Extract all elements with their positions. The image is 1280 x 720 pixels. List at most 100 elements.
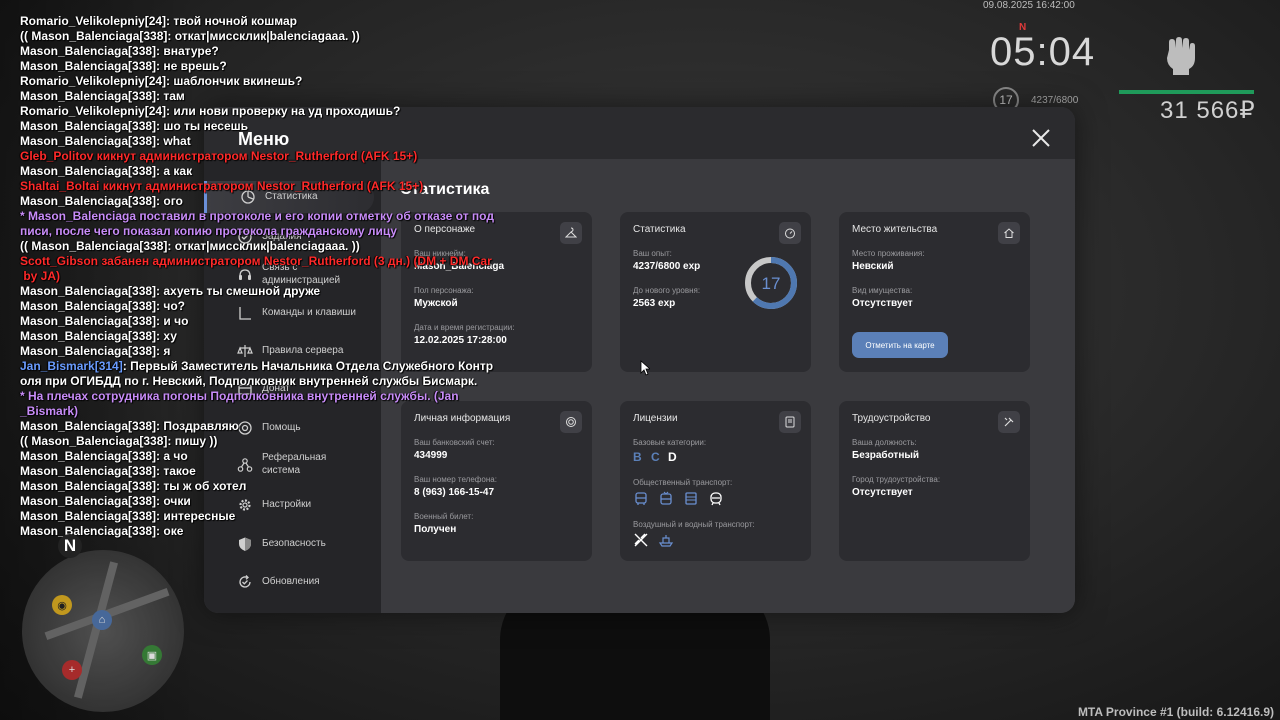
chat-message: Mason_Balenciaga[338]: и чо: [20, 314, 510, 329]
chat-message: * Mason_Balenciaga поставил в протоколе …: [20, 209, 510, 239]
build-info: MTA Province #1 (build: 6.12416.9): [1077, 705, 1274, 719]
plane-icon: [634, 533, 648, 547]
sidebar-item-updates[interactable]: Обновления: [204, 566, 381, 598]
chat-text: Mason_Balenciaga[338]: не врешь?: [20, 59, 227, 73]
tools-icon: [1004, 417, 1014, 427]
card-residence: Место жительства Место проживания: Невск…: [839, 212, 1030, 372]
chat-text: Mason_Balenciaga[338]: ахуеть ты смешной…: [20, 284, 321, 298]
mouse-cursor-icon: [640, 360, 650, 376]
hud-datetime: 09.08.2025 16:42:00: [983, 0, 1075, 11]
field-next-level: 2563 exp: [633, 298, 676, 309]
chat-message: Mason_Balenciaga[338]: шо ты несешь: [20, 119, 510, 134]
chat-message: Jan_Bismark[314]: Первый Заместитель Нач…: [20, 359, 510, 389]
chat-text: * Mason_Balenciaga поставил в протоколе …: [20, 209, 494, 238]
chat-nickname: Jan_Bismark[314]: [20, 359, 123, 373]
chat-message: * На плечах сотрудника погоны Подполковн…: [20, 389, 510, 419]
card-personal-button[interactable]: [560, 411, 582, 433]
chat-text: Mason_Balenciaga[338]: внатуре?: [20, 44, 219, 58]
card-job-button[interactable]: [998, 411, 1020, 433]
field-label: Воздушный и водный транспорт:: [633, 520, 755, 529]
license-category-c: C: [651, 450, 660, 464]
chat-text: Mason_Balenciaga[338]: шо ты несешь: [20, 119, 248, 133]
chat-message: Mason_Balenciaga[338]: чо?: [20, 299, 510, 314]
chat-text: Mason_Balenciaga[338]: оке: [20, 524, 184, 538]
card-title: Место жительства: [852, 224, 938, 235]
license-category-d: D: [668, 450, 677, 464]
chat-message: Mason_Balenciaga[338]: а чо: [20, 449, 510, 464]
field-label: Общественный транспорт:: [633, 478, 733, 487]
hud-money: 31 566₽: [1160, 97, 1256, 124]
chat-text: (( Mason_Balenciaga[338]: откат|миссклик…: [20, 239, 360, 253]
chat-message: Mason_Balenciaga[338]: я: [20, 344, 510, 359]
mark-on-map-button[interactable]: Отметить на карте: [852, 332, 948, 358]
chat-message: Mason_Balenciaga[338]: там: [20, 89, 510, 104]
chat-message: Mason_Balenciaga[338]: what: [20, 134, 510, 149]
chat-text: Mason_Balenciaga[338]: такое: [20, 464, 196, 478]
field-label: До нового уровня:: [633, 286, 701, 295]
card-about-button[interactable]: [560, 222, 582, 244]
update-icon: [239, 575, 251, 588]
chat-log: Romario_Velikolepniy[24]: твой ночной ко…: [20, 14, 510, 539]
chat-text: Mason_Balenciaga[338]: интересные: [20, 509, 236, 523]
hud-exp: 4237/6800: [1031, 95, 1079, 106]
chat-text: Mason_Balenciaga[338]: я: [20, 344, 171, 358]
chat-message: Mason_Balenciaga[338]: очки: [20, 494, 510, 509]
card-statistics: Статистика Ваш опыт: 4237/6800 exp До но…: [620, 212, 811, 372]
chat-message: Mason_Balenciaga[338]: интересные: [20, 509, 510, 524]
chat-text: Mason_Balenciaga[338]: очки: [20, 494, 191, 508]
chat-text: Mason_Balenciaga[338]: Поздравляю: [20, 419, 239, 433]
minimap: ◉ ⌂ + ▣: [22, 550, 184, 712]
card-employment: Трудоустройство Ваша должность: Безработ…: [839, 401, 1030, 561]
chat-text: Mason_Balenciaga[338]: а как: [20, 164, 193, 178]
home-icon: [1004, 228, 1014, 238]
chat-text: Romario_Velikolepniy[24]: шаблончик вкин…: [20, 74, 303, 88]
card-licenses-button[interactable]: [779, 411, 801, 433]
chat-text: Mason_Balenciaga[338]: чо?: [20, 299, 186, 313]
boat-icon: [658, 535, 674, 547]
sidebar-item-label: Обновления: [262, 576, 320, 587]
card-licenses: Лицензии Базовые категории: B C D Общест…: [620, 401, 811, 561]
bus-icon: [635, 492, 647, 505]
chat-text: Shaltai_Boltai кикнут администратором Ne…: [20, 179, 424, 193]
map-home-icon: ⌂: [92, 610, 112, 630]
chat-message: Scott_Gibson забанен администратором Nes…: [20, 254, 510, 284]
card-title: Лицензии: [633, 413, 678, 424]
level-ring-value: 17: [762, 274, 781, 293]
chat-text: Mason_Balenciaga[338]: ты ж об хотел: [20, 479, 247, 493]
air-water-icons: [633, 532, 674, 548]
chat-message: Romario_Velikolepniy[24]: твой ночной ко…: [20, 14, 510, 29]
card-stats-button[interactable]: [779, 222, 801, 244]
chat-text: Mason_Balenciaga[338]: what: [20, 134, 191, 148]
chat-text: (( Mason_Balenciaga[338]: пишу )): [20, 434, 218, 448]
map-hospital-icon: +: [62, 660, 82, 680]
map-pin-icon: ◉: [52, 595, 72, 615]
chat-text: Mason_Balenciaga[338]: ху: [20, 329, 177, 343]
close-icon[interactable]: [1030, 127, 1052, 149]
timer-icon: [785, 228, 795, 239]
chat-text: Mason_Balenciaga[338]: и чо: [20, 314, 189, 328]
chat-text: Mason_Balenciaga[338]: ого: [20, 194, 183, 208]
field-label: Ваш опыт:: [633, 249, 672, 258]
chat-message: Gleb_Politov кикнут администратором Nest…: [20, 149, 510, 164]
card-residence-button[interactable]: [998, 222, 1020, 244]
chat-message: Mason_Balenciaga[338]: такое: [20, 464, 510, 479]
chat-text: Scott_Gibson забанен администратором Nes…: [20, 254, 492, 283]
chat-message: (( Mason_Balenciaga[338]: пишу )): [20, 434, 510, 449]
chat-message: Shaltai_Boltai кикнут администратором Ne…: [20, 179, 510, 194]
chat-text: Mason_Balenciaga[338]: а чо: [20, 449, 188, 463]
field-property: Отсутствует: [852, 298, 913, 309]
chat-text: Romario_Velikolepniy[24]: твой ночной ко…: [20, 14, 297, 28]
field-exp: 4237/6800 exp: [633, 261, 701, 272]
chat-message: Romario_Velikolepniy[24]: или нови прове…: [20, 104, 510, 119]
chat-message: Mason_Balenciaga[338]: Поздравляю: [20, 419, 510, 434]
minimap-north: N: [58, 534, 82, 558]
level-ring: 17: [745, 257, 797, 309]
card-title: Трудоустройство: [852, 413, 931, 424]
chat-message: Mason_Balenciaga[338]: оке: [20, 524, 510, 539]
chat-message: Mason_Balenciaga[338]: внатуре?: [20, 44, 510, 59]
chat-message: Mason_Balenciaga[338]: не врешь?: [20, 59, 510, 74]
chat-message: Mason_Balenciaga[338]: а как: [20, 164, 510, 179]
chat-message: Mason_Balenciaga[338]: ого: [20, 194, 510, 209]
hud-health-bar: [1119, 90, 1254, 94]
trolleybus-icon: [660, 491, 672, 505]
